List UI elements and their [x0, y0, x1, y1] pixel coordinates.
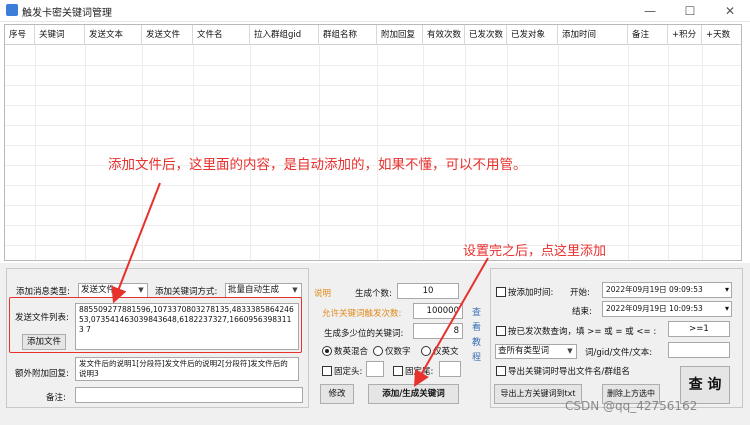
annotation-arrows: [111, 182, 489, 387]
arrow-to-file-list: [111, 182, 161, 304]
watermark: CSDN @qq_42756162: [565, 399, 698, 413]
arrow-to-add-button: [414, 257, 489, 387]
